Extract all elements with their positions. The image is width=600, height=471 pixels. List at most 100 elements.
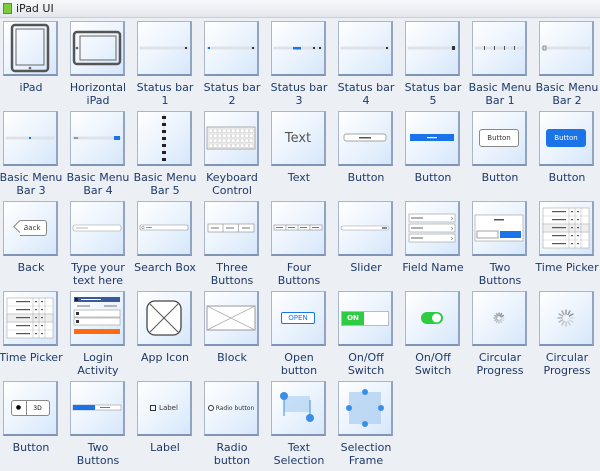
btnwhite-icon[interactable]: Button [472,111,527,166]
menubar2-icon[interactable] [539,21,594,76]
btnsmall-icon[interactable] [338,111,393,166]
open-icon[interactable]: OPEN [271,291,326,346]
fields-icon[interactable] [405,201,460,256]
spinner-icon[interactable] [472,291,527,346]
toggle-icon[interactable] [405,291,460,346]
hipad-icon[interactable] [70,21,125,76]
status1-icon-part [340,46,390,50]
shape-item-basic-menu-bar-1[interactable]: Basic Menu Bar 1 [469,21,539,111]
menubar3-icon[interactable] [3,111,58,166]
shape-item-slider[interactable]: Slider [338,201,405,291]
search-icon[interactable] [137,201,192,256]
shape-item-back[interactable]: Back Back [3,201,70,291]
spinner2-icon[interactable] [539,291,594,346]
shape-item-time-picker[interactable]: Time Picker [0,291,70,381]
status1-icon[interactable] [338,21,393,76]
block-icon[interactable] [204,291,259,346]
shape-item-status-bar-5[interactable]: Status bar 5 [405,21,472,111]
menubar5-icon-part [162,151,166,154]
shape-item-field-name[interactable]: Field Name [402,201,472,291]
library-icon [3,3,12,14]
shape-item-circular-progress[interactable]: Circular Progress [539,291,600,381]
shape-item-basic-menu-bar-4[interactable]: Basic Menu Bar 4 [67,111,137,201]
twobtn-icon[interactable] [472,201,527,256]
shape-item-search-box[interactable]: Search Box [134,201,204,291]
menubar1-icon[interactable] [472,21,527,76]
textsel-icon[interactable] [271,381,326,436]
shape-item-three-buttons[interactable]: Three Buttons [204,201,271,291]
label-icon[interactable]: Label [137,381,192,436]
status2-icon-part [208,47,210,49]
menubar5-icon[interactable] [137,111,192,166]
keyboard-icon-part [213,128,218,133]
keyboard-icon[interactable] [204,111,259,166]
shape-item-open-button[interactable]: OPEN Open button [271,291,338,381]
back-icon[interactable]: Back [3,201,58,256]
ipad-icon[interactable] [3,21,58,76]
selframe-icon[interactable] [338,381,393,436]
shape-item-label[interactable]: Label Label [137,381,204,471]
shape-label: Status bar 1 [136,81,194,107]
shape-item-status-bar-2[interactable]: Status bar 2 [204,21,271,111]
spinner2-icon-part [567,310,571,316]
three-icon-part [207,223,255,233]
status1-icon[interactable] [137,21,192,76]
keyboard-icon-part [222,128,227,133]
radio-icon[interactable]: Radio button [204,381,259,436]
status3-icon[interactable] [271,21,326,76]
menubar5-icon-part [162,130,166,133]
shape-item-button[interactable]: Button Button [472,111,539,201]
appicon-icon[interactable] [137,291,192,346]
keyboard-icon-part [244,143,249,148]
shape-item-two-buttons[interactable]: Two Buttons [472,201,539,291]
three-icon[interactable] [204,201,259,256]
shape-item-block[interactable]: Block [204,291,271,381]
shape-item-basic-menu-bar-5[interactable]: Basic Menu Bar 5 [134,111,204,201]
shape-item-ipad[interactable]: iPad [3,21,70,111]
shape-item-selection-frame[interactable]: Selection Frame [338,381,405,471]
shape-item-status-bar-3[interactable]: Status bar 3 [271,21,338,111]
text-icon[interactable]: Text [271,111,326,166]
status1-icon-part [139,46,189,50]
shape-item-on-off-switch[interactable]: On/Off Switch [405,291,472,381]
shape-item-login-activity[interactable]: Login Activity [70,291,137,381]
four-icon[interactable] [271,201,326,256]
shape-item-button[interactable]: ● 3D Button [3,381,70,471]
shape-item-circular-progress[interactable]: Circular Progress [472,291,539,381]
status2-icon[interactable] [204,21,259,76]
shape-item-status-bar-1[interactable]: Status bar 1 [137,21,204,111]
timepicker-icon-part [552,243,566,245]
segbtn-icon[interactable]: ● 3D [3,381,58,436]
shape-item-app-icon[interactable]: App Icon [137,291,204,381]
shape-item-status-bar-4[interactable]: Status bar 4 [338,21,405,111]
shape-item-type-your-text-here[interactable]: Type your text here [70,201,137,291]
btnbluebar-icon[interactable] [405,111,460,166]
menubar4-icon[interactable] [70,111,125,166]
timepicker-icon[interactable] [539,201,594,256]
shape-item-two-buttons[interactable]: Two Buttons [70,381,137,471]
input-icon[interactable] [70,201,125,256]
shape-item-button[interactable]: Button [405,111,472,201]
twobar-icon[interactable] [70,381,125,436]
onoff-icon[interactable]: ON [338,291,393,346]
slider-icon[interactable] [338,201,393,256]
shape-item-radio-button[interactable]: Radio button Radio button [204,381,271,471]
shape-item-keyboard-control[interactable]: Keyboard Control [204,111,271,201]
shape-item-basic-menu-bar-2[interactable]: Basic Menu Bar 2 [536,21,600,111]
timepicker-icon[interactable] [3,291,58,346]
shape-item-on-off-switch[interactable]: ON On/Off Switch [338,291,405,381]
login-icon-part [74,329,120,334]
shape-item-button[interactable]: Button [338,111,405,201]
login-icon[interactable] [70,291,125,346]
shape-item-text-selection[interactable]: Text Selection [271,381,338,471]
keyboard-icon-part [249,128,254,133]
shape-item-button[interactable]: Button Button [539,111,600,201]
shape-item-four-buttons[interactable]: Four Buttons [271,201,338,291]
timepicker-icon-part [16,309,30,311]
btnblue-icon[interactable]: Button [539,111,594,166]
status5-icon[interactable] [405,21,460,76]
shape-item-text[interactable]: Text Text [271,111,338,201]
shape-item-basic-menu-bar-3[interactable]: Basic Menu Bar 3 [0,111,70,201]
shape-item-time-picker[interactable]: Time Picker [535,201,600,291]
shape-item-horizontal-ipad[interactable]: Horizontal iPad [70,21,137,111]
